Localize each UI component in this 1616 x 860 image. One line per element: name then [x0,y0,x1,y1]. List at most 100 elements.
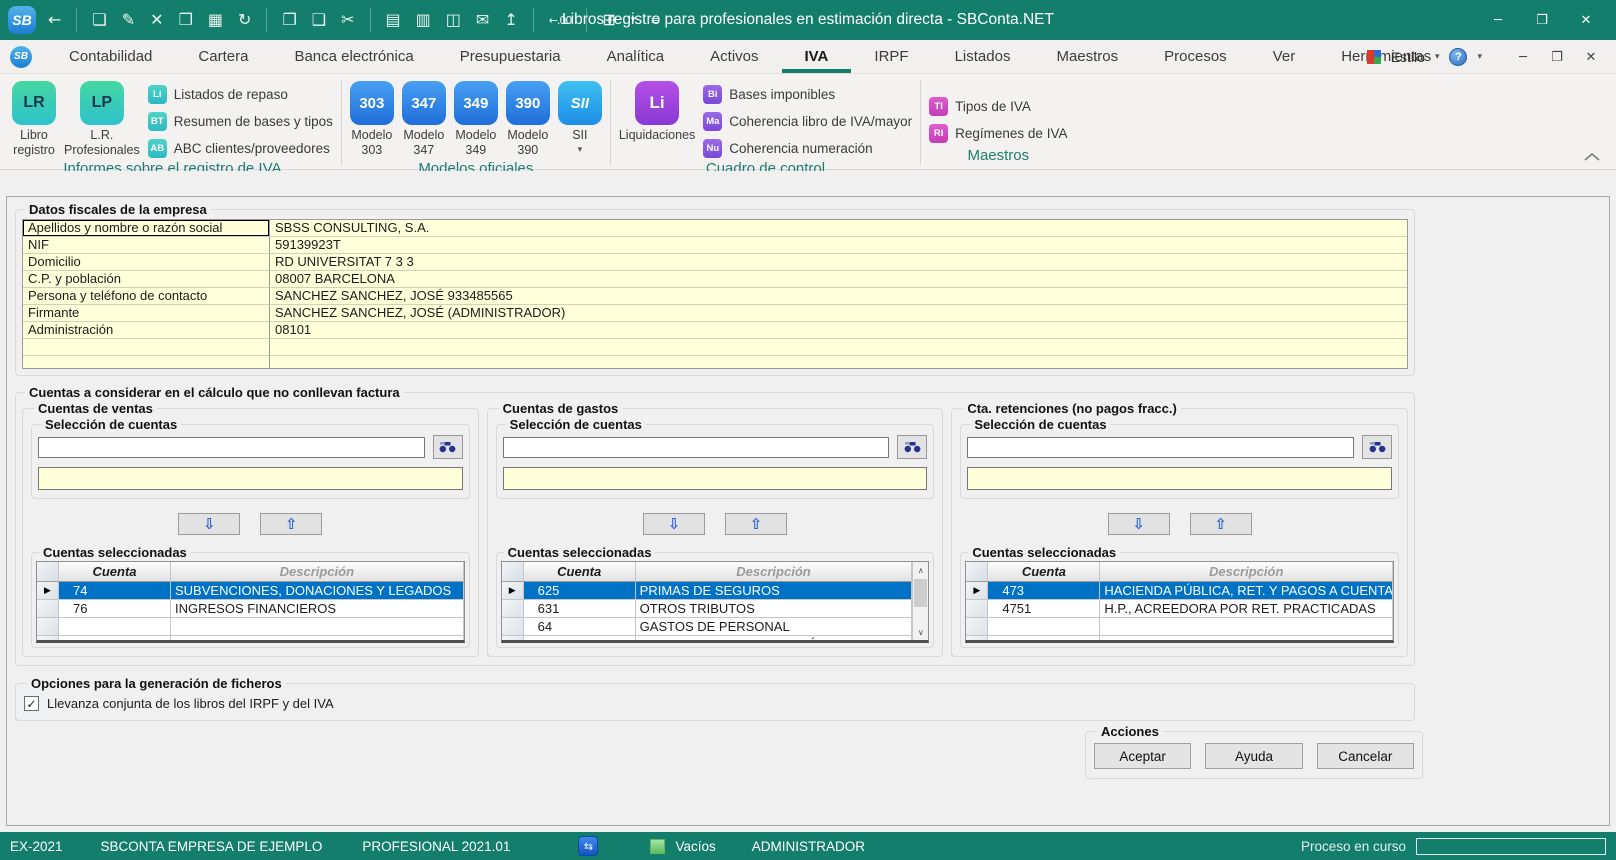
table-row[interactable]: Firmante SANCHEZ SANCHEZ, JOSÉ (ADMINIST… [23,305,1407,322]
window-layout-icon[interactable]: ⊞ [602,12,615,28]
tab-analitica[interactable]: Analítica [584,40,688,73]
fiscal-value-cell[interactable]: SBSS CONSULTING, S.A. [270,220,1407,237]
table-row-empty[interactable] [37,636,464,643]
account-search-input[interactable] [503,437,890,458]
table-row[interactable]: 76 INGRESOS FINANCIEROS [37,600,464,618]
tab-procesos[interactable]: Procesos [1141,40,1250,73]
restore-button[interactable]: ❐ [1540,50,1574,65]
table-row[interactable]: Persona y teléfono de contacto SANCHEZ S… [23,288,1407,305]
empty-fields-label[interactable]: Vacíos [675,839,715,854]
column-header-account[interactable]: Cuenta [59,562,171,582]
fiscal-value-cell[interactable]: 08101 [270,322,1407,339]
table-row[interactable]: 4751 H.P., ACREEDORA POR RET. PRACTICADA… [966,600,1393,618]
table-row[interactable]: Domicilio RD UNIVERSITAT 7 3 3 [23,254,1407,271]
tab-listados[interactable]: Listados [932,40,1034,73]
app-menu-logo[interactable]: SB [10,46,32,68]
regimenes-de-iva-button[interactable]: RI Regímenes de IVA [929,124,1067,143]
table-row[interactable]: C.P. y población 08007 BARCELONA [23,271,1407,288]
decimal-format-icon[interactable]: ←.00 [549,15,572,26]
add-account-button[interactable]: ⇩ [178,513,240,535]
fiscal-label-cell[interactable]: NIF [23,237,270,254]
coherencia-numeracion-button[interactable]: Nu Coherencia numeración [703,139,912,158]
table-row[interactable]: ▶ 74 SUBVENCIONES, DONACIONES Y LEGADOS [37,582,464,600]
table-row-empty[interactable] [966,618,1393,636]
close-button[interactable]: ✕ [1564,0,1608,40]
table-row-empty[interactable] [23,356,1407,369]
abc-clientes-proveedores-button[interactable]: AB ABC clientes/proveedores [148,139,333,158]
table-row-empty[interactable] [966,636,1393,643]
vertical-scrollbar[interactable]: ∧ ∨ [912,562,928,640]
open-folder-icon[interactable]: ❒ [179,12,193,28]
scroll-up-icon[interactable]: ∧ [913,562,928,578]
tab-cartera[interactable]: Cartera [175,40,271,73]
help-icon[interactable]: ? [1449,48,1467,66]
print-options-icon[interactable]: ▥ [416,12,431,28]
fiscal-label-cell[interactable]: Apellidos y nombre o razón social [23,220,270,237]
style-label[interactable]: Estilo [1391,49,1425,65]
add-account-button[interactable]: ⇩ [643,513,705,535]
lr-profesionales-button[interactable]: LP L.R. Profesionales [64,81,140,158]
remove-account-button[interactable]: ⇧ [725,513,787,535]
chevron-down-icon[interactable]: ▾ [1435,52,1440,62]
help-button[interactable]: Ayuda [1205,743,1302,769]
table-row-empty[interactable] [37,618,464,636]
tab-irpf[interactable]: IRPF [851,40,931,73]
scrollbar-thumb[interactable] [914,579,927,607]
minimize-button[interactable]: ─ [1476,0,1520,40]
cancel-button[interactable]: Cancelar [1317,743,1414,769]
tab-maestros[interactable]: Maestros [1033,40,1141,73]
scroll-down-icon[interactable]: ∨ [913,624,928,640]
tab-activos[interactable]: Activos [687,40,781,73]
remove-account-button[interactable]: ⇧ [1190,513,1252,535]
edit-icon[interactable]: ✎ [122,12,135,28]
table-row[interactable]: ▶ 473 HACIENDA PÚBLICA, RET. Y PAGOS A C… [966,582,1393,600]
joint-books-checkbox-label[interactable]: Llevanza conjunta de los libros del IRPF… [47,696,334,711]
close-button[interactable]: ✕ [1574,50,1608,65]
back-icon[interactable]: ← [48,12,61,28]
collapse-ribbon-chevron-icon[interactable] [1584,149,1600,164]
fiscal-value-cell[interactable]: SANCHEZ SANCHEZ, JOSÉ 933485565 [270,288,1407,305]
delete-icon[interactable]: ✕ [150,12,163,28]
tab-iva[interactable]: IVA [782,40,852,73]
liquidaciones-button[interactable]: Li Liquidaciones [619,81,695,143]
empty-fields-icon[interactable] [650,839,665,854]
lookup-button[interactable] [1362,435,1392,459]
style-swatch-icon[interactable] [1367,50,1381,64]
column-header-description[interactable]: Descripción [171,562,464,582]
modelo-390-button[interactable]: 390 Modelo 390 [506,81,550,158]
bases-imponibles-button[interactable]: Bi Bases imponibles [703,85,912,104]
account-search-input[interactable] [967,437,1354,458]
remote-support-icon[interactable]: ⇆ [578,836,598,856]
chevron-down-icon[interactable]: ▾ [631,15,636,25]
chevron-down-icon[interactable]: ▾ [1477,52,1482,62]
fiscal-value-cell[interactable]: 08007 BARCELONA [270,271,1407,288]
copy-icon[interactable]: ❐ [282,12,296,28]
fiscal-value-cell[interactable]: 59139923T [270,237,1407,254]
fiscal-label-cell[interactable]: Persona y teléfono de contacto [23,288,270,305]
print-icon[interactable]: ▤ [386,12,401,28]
send-mail-icon[interactable]: ✉ [476,12,489,28]
table-row[interactable]: 65 OTROS GASTOS DE GESTIÓN [502,636,913,643]
joint-books-checkbox[interactable]: ✓ [24,696,39,711]
account-search-input[interactable] [38,437,425,458]
tab-presupuestaria[interactable]: Presupuestaria [437,40,584,73]
fiscal-label-cell[interactable]: Firmante [23,305,270,322]
fiscal-label-cell[interactable]: Domicilio [23,254,270,271]
fiscal-value-cell[interactable]: SANCHEZ SANCHEZ, JOSÉ (ADMINISTRADOR) [270,305,1407,322]
tab-ver[interactable]: Ver [1250,40,1319,73]
paste-icon[interactable]: ❑ [312,12,326,28]
save-icon[interactable]: ▦ [208,12,223,28]
table-row[interactable]: Administración 08101 [23,322,1407,339]
sii-button[interactable]: SII SII ▾ [558,81,602,155]
new-document-icon[interactable]: ❏ [92,12,106,28]
lookup-button[interactable] [433,435,463,459]
table-row-empty[interactable] [23,339,1407,356]
column-header-description[interactable]: Descripción [636,562,913,582]
fiscal-value-cell[interactable]: RD UNIVERSITAT 7 3 3 [270,254,1407,271]
resumen-bases-tipos-button[interactable]: BT Resumen de bases y tipos [148,112,333,131]
tab-contabilidad[interactable]: Contabilidad [46,40,175,73]
maximize-button[interactable]: ❐ [1520,0,1564,40]
tab-banca-electronica[interactable]: Banca electrónica [271,40,436,73]
column-header-description[interactable]: Descripción [1100,562,1393,582]
accept-button[interactable]: Aceptar [1094,743,1191,769]
